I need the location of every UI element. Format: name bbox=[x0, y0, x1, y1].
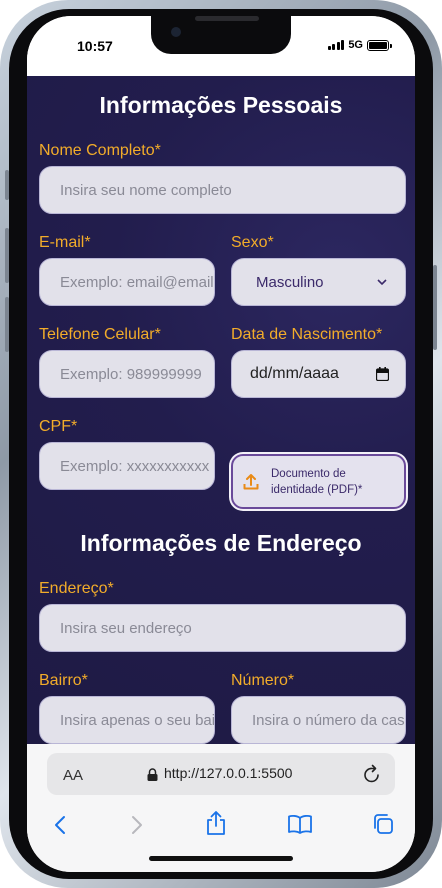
phone-input[interactable]: Exemplo: 989999999 bbox=[39, 350, 215, 398]
cpf-label: CPF* bbox=[39, 418, 78, 435]
email-input[interactable]: Exemplo: email@email.com bbox=[39, 258, 215, 306]
document-upload-label: Documento de identidade (PDF)* bbox=[271, 467, 363, 496]
street-input[interactable]: Insira seu endereço bbox=[39, 604, 406, 652]
name-input[interactable]: Insira seu nome completo bbox=[39, 166, 406, 214]
speaker bbox=[195, 16, 259, 21]
reload-icon[interactable] bbox=[363, 764, 381, 784]
address-bar[interactable]: AA http://127.0.0.1:5500 bbox=[47, 753, 395, 795]
number-input[interactable]: Insira o número da casa bbox=[231, 696, 406, 744]
browser-toolbar: AA http://127.0.0.1:5500 bbox=[27, 744, 415, 872]
network-type: 5G bbox=[348, 39, 363, 51]
bookmarks-icon[interactable] bbox=[287, 814, 313, 834]
form-page: Informações Pessoais Nome Completo* Insi… bbox=[27, 76, 415, 744]
power-button bbox=[433, 265, 437, 350]
share-icon[interactable] bbox=[205, 810, 227, 836]
screen: 10:57 5G Informações Pessoais Nome Compl… bbox=[27, 16, 415, 872]
forward-icon[interactable] bbox=[131, 815, 143, 835]
document-upload-button[interactable]: Documento de identidade (PDF)* bbox=[231, 454, 406, 509]
calendar-icon[interactable] bbox=[376, 367, 389, 381]
notch bbox=[151, 16, 291, 54]
number-label: Número* bbox=[231, 672, 295, 689]
phone-label: Telefone Celular* bbox=[39, 326, 161, 343]
signal-icon bbox=[327, 40, 345, 50]
name-label: Nome Completo* bbox=[39, 142, 161, 159]
address-info-title: Informações de Endereço bbox=[80, 530, 362, 556]
sex-select[interactable]: Masculino bbox=[231, 258, 406, 306]
lock-icon bbox=[147, 768, 158, 781]
email-label: E-mail* bbox=[39, 234, 91, 251]
camera-icon bbox=[171, 27, 181, 37]
sex-select-value: Masculino bbox=[256, 273, 324, 291]
url-text: http://127.0.0.1:5500 bbox=[164, 765, 293, 781]
birth-date-value: dd/mm/aaaa bbox=[250, 365, 339, 382]
district-input[interactable]: Insira apenas o seu bairro bbox=[39, 696, 215, 744]
home-indicator[interactable] bbox=[149, 856, 293, 861]
sex-label: Sexo* bbox=[231, 234, 274, 251]
chevron-down-icon bbox=[377, 278, 387, 285]
browser-nav bbox=[27, 810, 415, 844]
street-label: Endereço* bbox=[39, 580, 114, 597]
status-time: 10:57 bbox=[77, 38, 113, 54]
tabs-icon[interactable] bbox=[372, 813, 394, 835]
upload-icon bbox=[243, 474, 259, 490]
birth-date-label: Data de Nascimento* bbox=[231, 326, 383, 343]
battery-icon bbox=[367, 39, 392, 51]
text-size-button[interactable]: AA bbox=[63, 767, 83, 784]
back-icon[interactable] bbox=[54, 815, 66, 835]
status-indicators: 5G bbox=[327, 39, 392, 51]
district-label: Bairro* bbox=[39, 672, 88, 689]
personal-info-title: Informações Pessoais bbox=[99, 92, 343, 118]
cpf-input[interactable]: Exemplo: xxxxxxxxxxx bbox=[39, 442, 215, 490]
birth-date-input[interactable]: dd/mm/aaaa bbox=[231, 350, 406, 398]
